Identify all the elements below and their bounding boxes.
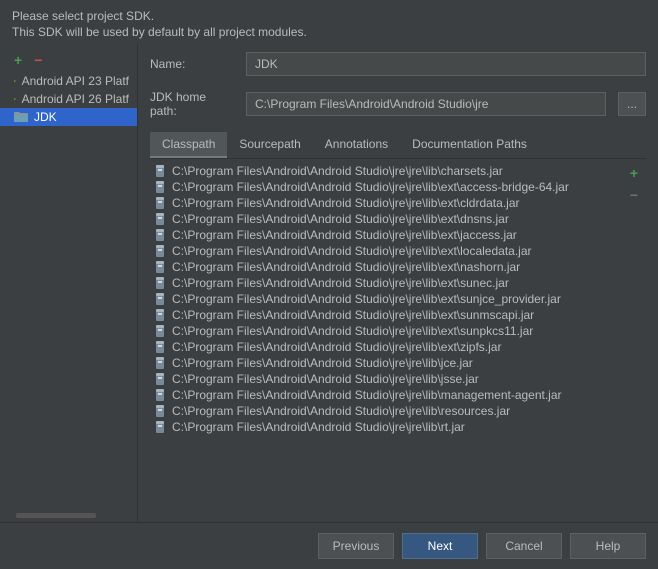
classpath-row[interactable]: C:\Program Files\Android\Android Studio\… <box>150 259 622 275</box>
classpath-path: C:\Program Files\Android\Android Studio\… <box>172 180 569 194</box>
classpath-path: C:\Program Files\Android\Android Studio\… <box>172 308 534 322</box>
jar-archive-icon <box>154 292 166 306</box>
name-input[interactable] <box>246 52 646 76</box>
classpath-path: C:\Program Files\Android\Android Studio\… <box>172 228 517 242</box>
classpath-path: C:\Program Files\Android\Android Studio\… <box>172 164 503 178</box>
tab-sourcepath[interactable]: Sourcepath <box>227 132 312 158</box>
jar-archive-icon <box>154 308 166 322</box>
browse-button[interactable]: ... <box>618 92 646 116</box>
classpath-list[interactable]: C:\Program Files\Android\Android Studio\… <box>150 163 622 522</box>
jar-archive-icon <box>154 372 166 386</box>
ellipsis-icon: ... <box>627 97 637 111</box>
classpath-row[interactable]: C:\Program Files\Android\Android Studio\… <box>150 163 622 179</box>
classpath-row[interactable]: C:\Program Files\Android\Android Studio\… <box>150 243 622 259</box>
jar-archive-icon <box>154 356 166 370</box>
classpath-path: C:\Program Files\Android\Android Studio\… <box>172 388 562 402</box>
classpath-path: C:\Program Files\Android\Android Studio\… <box>172 244 532 258</box>
classpath-row[interactable]: C:\Program Files\Android\Android Studio\… <box>150 275 622 291</box>
header-instructions: Please select project SDK. This SDK will… <box>0 0 658 44</box>
classpath-row[interactable]: C:\Program Files\Android\Android Studio\… <box>150 371 622 387</box>
sdk-item-jdk[interactable]: JDK <box>0 108 137 126</box>
classpath-row[interactable]: C:\Program Files\Android\Android Studio\… <box>150 355 622 371</box>
classpath-row[interactable]: C:\Program Files\Android\Android Studio\… <box>150 211 622 227</box>
classpath-path: C:\Program Files\Android\Android Studio\… <box>172 196 519 210</box>
classpath-path: C:\Program Files\Android\Android Studio\… <box>172 404 510 418</box>
sdk-item-label: Android API 26 Platf <box>22 92 129 106</box>
classpath-path: C:\Program Files\Android\Android Studio\… <box>172 420 465 434</box>
cancel-button[interactable]: Cancel <box>486 533 562 559</box>
classpath-row[interactable]: C:\Program Files\Android\Android Studio\… <box>150 323 622 339</box>
android-icon <box>14 92 16 106</box>
tab-documentation-paths[interactable]: Documentation Paths <box>400 132 539 158</box>
classpath-path: C:\Program Files\Android\Android Studio\… <box>172 276 509 290</box>
help-button[interactable]: Help <box>570 533 646 559</box>
classpath-path: C:\Program Files\Android\Android Studio\… <box>172 260 520 274</box>
previous-button[interactable]: Previous <box>318 533 394 559</box>
jar-archive-icon <box>154 324 166 338</box>
sdk-details-panel: Name: JDK home path: ... ClasspathSource… <box>138 44 658 522</box>
jar-archive-icon <box>154 180 166 194</box>
jar-archive-icon <box>154 388 166 402</box>
android-icon <box>14 74 16 88</box>
classpath-path: C:\Program Files\Android\Android Studio\… <box>172 292 561 306</box>
sdk-item-label: Android API 23 Platf <box>22 74 129 88</box>
classpath-row[interactable]: C:\Program Files\Android\Android Studio\… <box>150 291 622 307</box>
sidebar-scrollbar[interactable] <box>0 513 137 520</box>
remove-sdk-icon[interactable]: − <box>34 52 42 68</box>
jar-archive-icon <box>154 404 166 418</box>
home-path-input[interactable] <box>246 92 606 116</box>
add-sdk-icon[interactable]: + <box>14 52 22 68</box>
name-label: Name: <box>150 57 234 71</box>
classpath-row[interactable]: C:\Program Files\Android\Android Studio\… <box>150 403 622 419</box>
remove-classpath-icon: − <box>630 187 638 203</box>
jar-archive-icon <box>154 228 166 242</box>
classpath-path: C:\Program Files\Android\Android Studio\… <box>172 372 479 386</box>
sdk-item-android-api-26-platf[interactable]: Android API 26 Platf <box>0 90 137 108</box>
classpath-path: C:\Program Files\Android\Android Studio\… <box>172 356 473 370</box>
tabs: ClasspathSourcepathAnnotationsDocumentat… <box>150 132 646 159</box>
footer: Previous Next Cancel Help <box>0 522 658 569</box>
sdk-item-label: JDK <box>34 110 57 124</box>
jar-archive-icon <box>154 244 166 258</box>
classpath-row[interactable]: C:\Program Files\Android\Android Studio\… <box>150 419 622 435</box>
next-button[interactable]: Next <box>402 533 478 559</box>
add-classpath-icon[interactable]: + <box>630 165 638 181</box>
home-path-label: JDK home path: <box>150 90 234 118</box>
header-line1: Please select project SDK. <box>12 8 646 24</box>
sidebar-toolbar: + − <box>0 48 137 72</box>
tab-annotations[interactable]: Annotations <box>313 132 400 158</box>
sdk-sidebar: + − Android API 23 Platf Android API 26 P… <box>0 44 138 522</box>
tab-classpath[interactable]: Classpath <box>150 132 227 158</box>
jar-archive-icon <box>154 420 166 434</box>
classpath-row[interactable]: C:\Program Files\Android\Android Studio\… <box>150 307 622 323</box>
folder-icon <box>14 111 28 123</box>
jar-archive-icon <box>154 276 166 290</box>
jar-archive-icon <box>154 340 166 354</box>
classpath-path: C:\Program Files\Android\Android Studio\… <box>172 340 501 354</box>
sidebar-scrollbar-thumb[interactable] <box>16 513 96 518</box>
header-line2: This SDK will be used by default by all … <box>12 24 646 40</box>
sdk-list: Android API 23 Platf Android API 26 Platf… <box>0 72 137 513</box>
jar-archive-icon <box>154 196 166 210</box>
classpath-path: C:\Program Files\Android\Android Studio\… <box>172 324 533 338</box>
jar-archive-icon <box>154 212 166 226</box>
classpath-row[interactable]: C:\Program Files\Android\Android Studio\… <box>150 195 622 211</box>
sdk-item-android-api-23-platf[interactable]: Android API 23 Platf <box>0 72 137 90</box>
classpath-controls: + − <box>622 163 646 522</box>
classpath-row[interactable]: C:\Program Files\Android\Android Studio\… <box>150 387 622 403</box>
classpath-row[interactable]: C:\Program Files\Android\Android Studio\… <box>150 179 622 195</box>
jar-archive-icon <box>154 164 166 178</box>
classpath-path: C:\Program Files\Android\Android Studio\… <box>172 212 509 226</box>
classpath-row[interactable]: C:\Program Files\Android\Android Studio\… <box>150 227 622 243</box>
jar-archive-icon <box>154 260 166 274</box>
classpath-row[interactable]: C:\Program Files\Android\Android Studio\… <box>150 339 622 355</box>
